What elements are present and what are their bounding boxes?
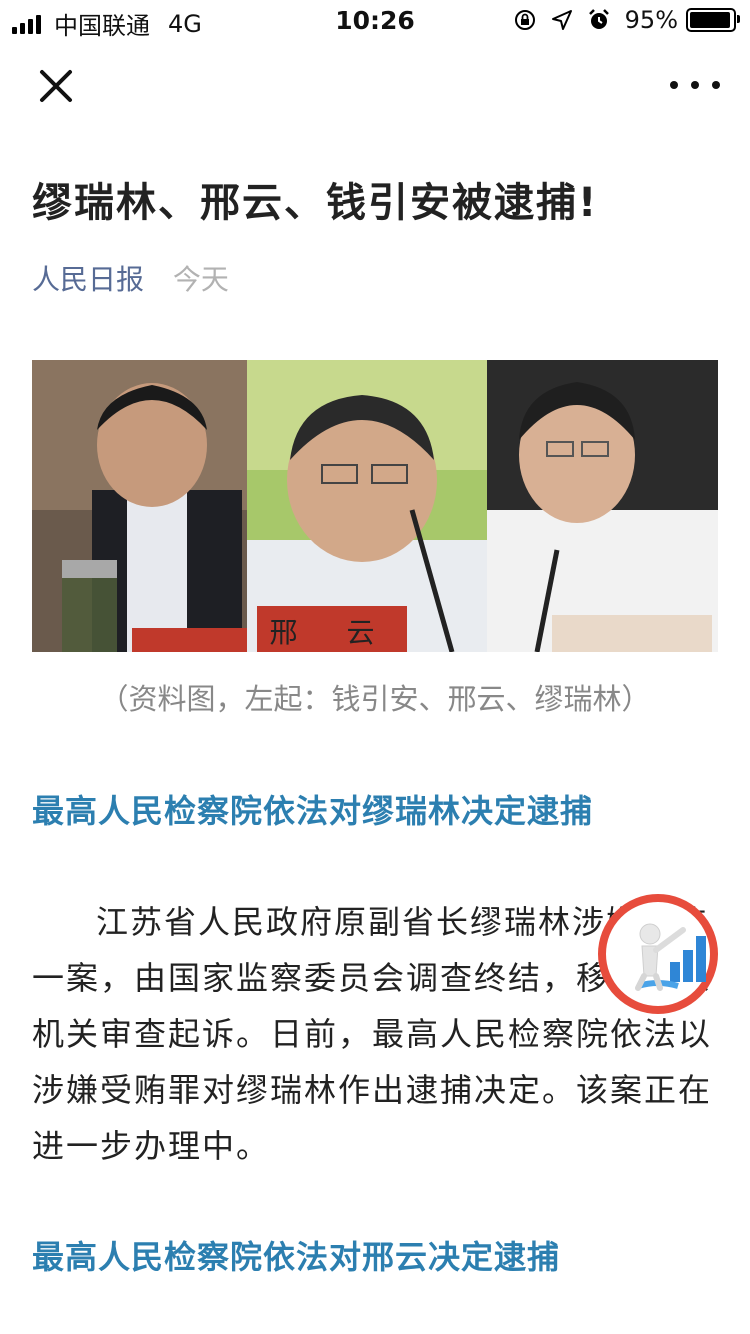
status-right: 95%: [499, 6, 740, 34]
more-button[interactable]: [670, 70, 720, 100]
battery-fill: [690, 12, 730, 28]
status-bar: 中国联通 4G 10:26 95%: [0, 0, 750, 40]
floating-stats-button[interactable]: [598, 894, 718, 1014]
alarm-icon: [587, 8, 611, 32]
close-button[interactable]: [34, 64, 78, 108]
rotation-lock-icon: [513, 8, 537, 32]
more-icon-dot: [670, 81, 678, 89]
more-icon-dot: [691, 81, 699, 89]
location-icon: [551, 9, 573, 31]
section-heading: 最高人民检察院依法对缪瑞林决定逮捕: [32, 792, 594, 830]
article-photo[interactable]: 邢 云: [32, 360, 718, 652]
article-title: 缪瑞林、邢云、钱引安被逮捕!: [32, 180, 599, 226]
section-heading: 最高人民检察院依法对邢云决定逮捕: [32, 1238, 561, 1276]
more-icon-dot: [712, 81, 720, 89]
article-meta: 人民日报 今天: [32, 258, 229, 298]
nameplate-text: 邢 云: [270, 616, 395, 649]
battery-icon: [686, 8, 740, 32]
publish-date: 今天: [172, 263, 229, 296]
chart-person-icon: [598, 894, 718, 1014]
photo-caption: （资料图，左起：钱引安、邢云、缪瑞林）: [99, 682, 651, 716]
battery-percent: 95%: [624, 6, 678, 34]
close-icon: [40, 70, 72, 102]
author-link[interactable]: 人民日报: [32, 263, 144, 296]
